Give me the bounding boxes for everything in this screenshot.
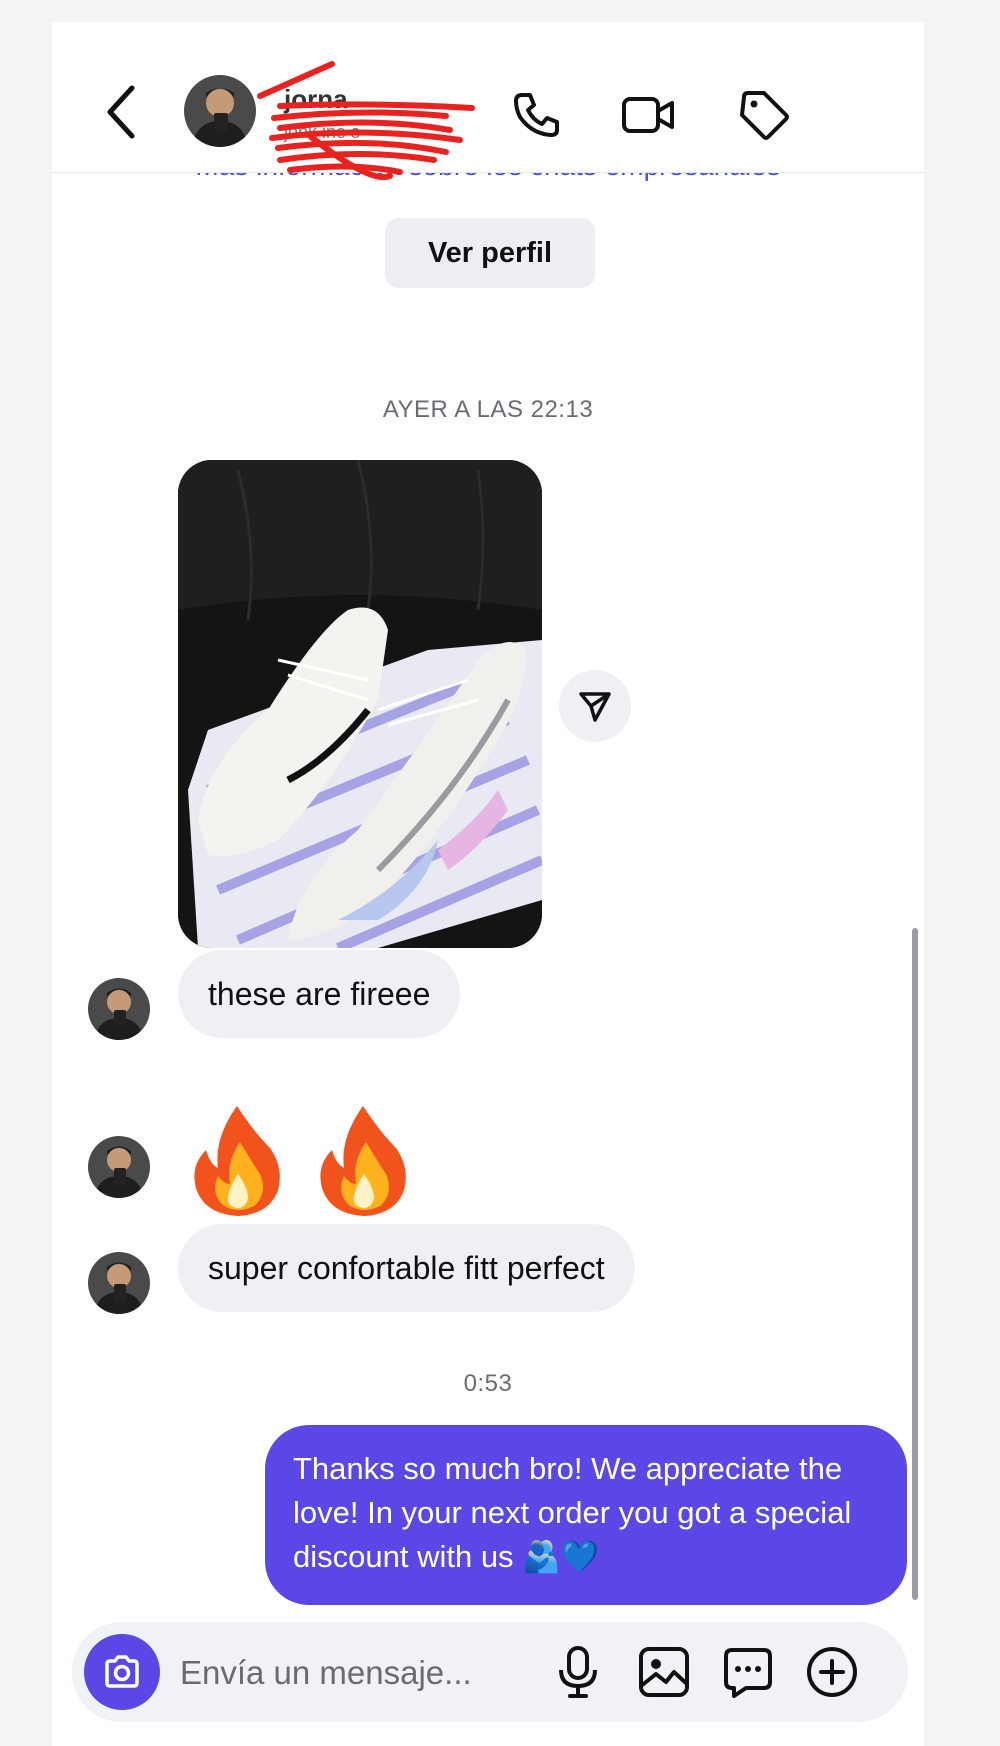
- message-composer: [72, 1622, 908, 1722]
- chat-screen: Más información sobre los chats empresar…: [52, 22, 924, 1746]
- redaction-scribble: [257, 61, 475, 181]
- shared-photo-football-boots[interactable]: [178, 460, 542, 948]
- phone-icon[interactable]: [508, 87, 564, 143]
- incoming-message[interactable]: these are fireee: [178, 950, 461, 1038]
- scrollbar[interactable]: [912, 928, 918, 1600]
- outgoing-message[interactable]: Thanks so much bro! We appreciate the lo…: [265, 1425, 907, 1605]
- incoming-message[interactable]: super confortable fitt perfect: [178, 1224, 635, 1312]
- plus-icon[interactable]: [804, 1644, 860, 1700]
- tag-icon[interactable]: [736, 87, 792, 143]
- sender-avatar[interactable]: [88, 1252, 150, 1314]
- share-send-icon[interactable]: [559, 670, 631, 742]
- gallery-icon[interactable]: [636, 1644, 692, 1700]
- microphone-icon[interactable]: [550, 1644, 606, 1700]
- message-input[interactable]: [178, 1646, 512, 1700]
- sender-avatar[interactable]: [88, 978, 150, 1040]
- contact-avatar[interactable]: [184, 75, 256, 147]
- fire-emoji-icon: [320, 1106, 406, 1216]
- timestamp: AYER A LAS 22:13: [382, 396, 594, 423]
- sticker-chat-icon[interactable]: [720, 1644, 776, 1700]
- chat-header: jorna jonk ine s: [52, 22, 924, 181]
- video-camera-icon[interactable]: [620, 87, 676, 143]
- sender-avatar[interactable]: [88, 1136, 150, 1198]
- timestamp: 0:53: [463, 1370, 513, 1397]
- fire-emoji-icon: [194, 1106, 280, 1216]
- view-profile-button[interactable]: Ver perfil: [385, 218, 595, 288]
- camera-icon[interactable]: [84, 1634, 160, 1710]
- back-chevron-icon[interactable]: [102, 82, 142, 142]
